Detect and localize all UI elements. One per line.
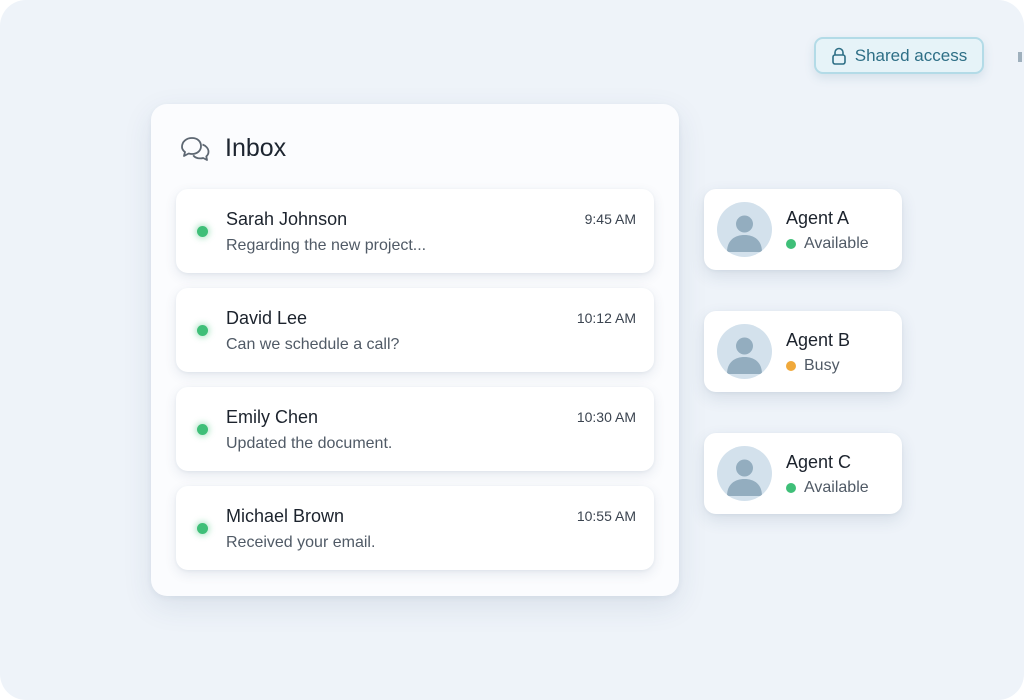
avatar <box>717 202 772 257</box>
message-item[interactable]: Michael Brown Received your email. 10:55… <box>176 486 654 570</box>
person-icon <box>727 337 762 374</box>
message-time: 9:45 AM <box>584 211 636 227</box>
status-dot <box>786 239 796 249</box>
agent-status-text: Available <box>804 235 869 252</box>
agent-name: Agent A <box>786 208 850 228</box>
agent-card-a[interactable]: Agent A Available <box>704 189 902 270</box>
chat-bubbles-icon <box>181 136 210 161</box>
agent-status-text: Busy <box>804 357 840 374</box>
shared-access-button[interactable]: Shared access <box>814 37 984 74</box>
message-sender: Emily Chen <box>226 407 319 427</box>
edge-marker <box>1018 52 1022 62</box>
message-preview: Received your email. <box>226 534 376 551</box>
agent-status: Busy <box>786 357 840 375</box>
lock-icon <box>831 47 846 65</box>
message-time: 10:55 AM <box>576 508 636 524</box>
online-status-dot <box>197 325 208 336</box>
message-sender: Michael Brown <box>226 506 345 526</box>
shared-access-label: Shared access <box>854 45 968 65</box>
message-item[interactable]: Emily Chen Updated the document. 10:30 A… <box>176 387 654 471</box>
person-icon <box>727 215 762 252</box>
person-icon <box>727 459 762 496</box>
online-status-dot <box>197 226 208 237</box>
app-canvas: Shared access Inbox Sarah Johnson Regard… <box>0 0 1024 700</box>
agent-name: Agent B <box>786 330 851 350</box>
inbox-header: Inbox <box>179 134 286 163</box>
agent-card-b[interactable]: Agent B Busy <box>704 311 902 392</box>
agent-status-text: Available <box>804 479 869 496</box>
message-preview: Can we schedule a call? <box>226 336 400 353</box>
agent-status: Available <box>786 479 869 497</box>
message-time: 10:12 AM <box>576 310 636 326</box>
inbox-panel: Inbox Sarah Johnson Regarding the new pr… <box>151 104 679 596</box>
message-preview: Updated the document. <box>226 435 393 452</box>
agent-name: Agent C <box>786 452 852 472</box>
online-status-dot <box>197 424 208 435</box>
message-sender: Sarah Johnson <box>226 209 348 229</box>
message-time: 10:30 AM <box>576 409 636 425</box>
message-preview: Regarding the new project... <box>226 237 427 254</box>
message-item[interactable]: David Lee Can we schedule a call? 10:12 … <box>176 288 654 372</box>
status-dot <box>786 361 796 371</box>
agent-status: Available <box>786 235 869 253</box>
avatar <box>717 324 772 379</box>
avatar <box>717 446 772 501</box>
message-item[interactable]: Sarah Johnson Regarding the new project.… <box>176 189 654 273</box>
agent-card-c[interactable]: Agent C Available <box>704 433 902 514</box>
online-status-dot <box>197 523 208 534</box>
status-dot <box>786 483 796 493</box>
message-sender: David Lee <box>226 308 308 328</box>
inbox-title: Inbox <box>225 134 287 162</box>
